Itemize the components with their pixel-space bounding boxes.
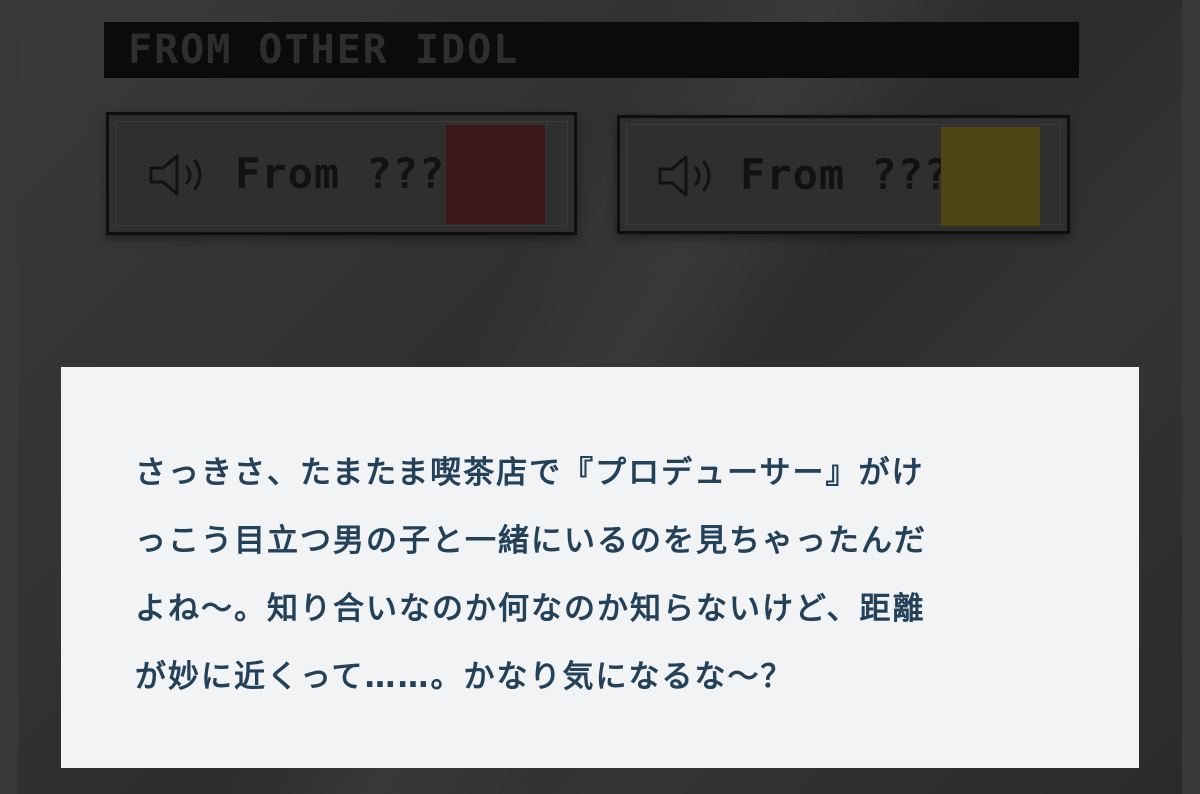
idol-portrait bbox=[446, 125, 545, 224]
dialog-text: さっきさ、たまたま喫茶店で『プロデューサー』がけ っこう目立つ男の子と一緒にいる… bbox=[135, 439, 1075, 711]
speaker-icon bbox=[149, 154, 202, 196]
voice-button-1[interactable]: From ??? bbox=[106, 112, 577, 235]
speaker-icon bbox=[658, 155, 711, 197]
dialog-line: が妙に近くって……。かなり気になるな～？ bbox=[135, 659, 794, 695]
dialog-line: さっきさ、たまたま喫茶店で『プロデューサー』がけ bbox=[135, 455, 925, 491]
voice-button-2[interactable]: From ??? bbox=[617, 115, 1070, 234]
section-header: FROM OTHER IDOL bbox=[104, 22, 1079, 78]
idol-portrait bbox=[941, 127, 1040, 226]
dialog-box[interactable]: さっきさ、たまたま喫茶店で『プロデューサー』がけ っこう目立つ男の子と一緒にいる… bbox=[61, 367, 1139, 768]
dialog-line: よね～。知り合いなのか何なのか知らないけど、距離 bbox=[135, 591, 926, 627]
voice-button-label: From ??? bbox=[235, 149, 446, 198]
background-edge-left bbox=[0, 0, 18, 794]
dialog-line: っこう目立つ男の子と一緒にいるのを見ちゃったんだ bbox=[135, 523, 927, 559]
background-edge-right bbox=[1182, 0, 1200, 794]
voice-button-label: From ??? bbox=[740, 150, 951, 199]
section-title: FROM OTHER IDOL bbox=[128, 27, 520, 73]
